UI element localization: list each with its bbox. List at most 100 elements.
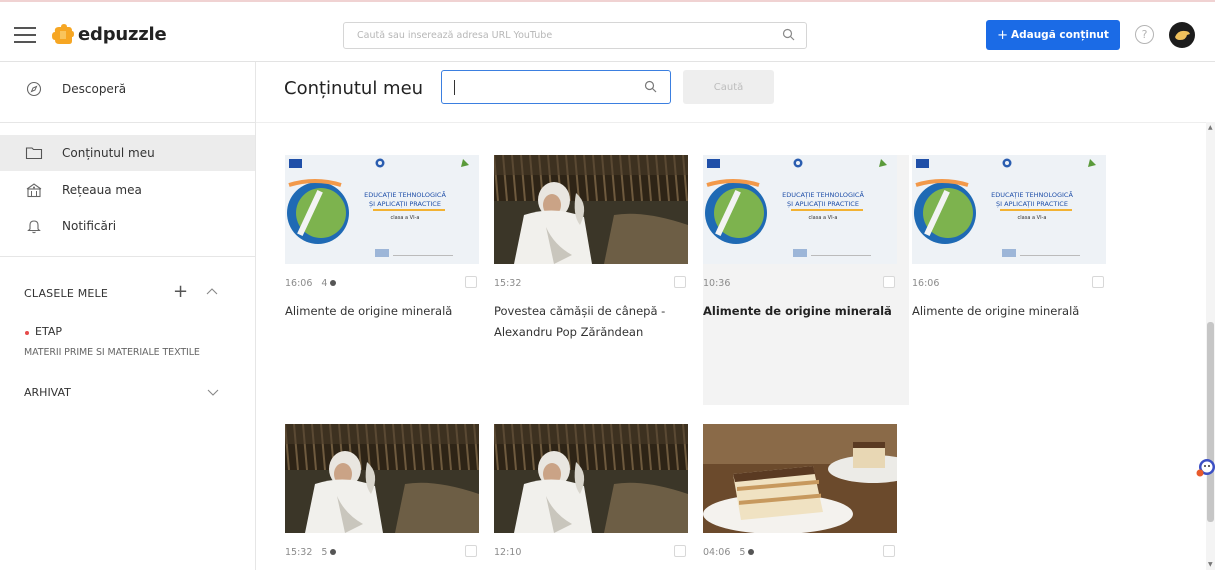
video-meta: 10:36 [703,275,897,291]
search-button[interactable]: Caută [683,70,774,104]
top-bar: edpuzzle + Adaugă conținut ? [0,0,1215,62]
compass-icon [25,80,43,98]
select-checkbox[interactable] [465,545,477,557]
video-duration: 16:06 [912,277,940,289]
avatar[interactable] [1169,22,1195,48]
video-duration: 15:32 [285,546,313,558]
sidebar-item-my-content[interactable]: Conținutul meu [0,135,255,171]
classes-section-title: CLASELE MELE [24,287,109,300]
video-card[interactable]: EDUCAȚIE TEHNOLOGICĂ ȘI APLICAȚII PRACTI… [912,155,1118,405]
question-dot-icon [330,280,337,286]
video-thumbnail[interactable] [703,424,897,533]
video-thumbnail[interactable] [285,424,479,533]
video-thumbnail[interactable]: EDUCAȚIE TEHNOLOGICĂ ȘI APLICAȚII PRACTI… [285,155,479,264]
question-count: 4 [321,277,337,289]
scroll-up-arrow-icon[interactable]: ▲ [1208,124,1213,131]
video-title[interactable]: Alimente de origine minerală [912,301,1112,322]
video-card[interactable]: 04:06 5 [703,424,909,570]
video-card[interactable]: EDUCAȚIE TEHNOLOGICĂ ȘI APLICAȚII PRACTI… [285,155,491,405]
sidebar-item-label: Descoperă [62,82,127,96]
sidebar-item-my-network[interactable]: Rețeaua mea [0,172,255,208]
video-duration: 12:10 [494,546,522,558]
content-search-box [441,70,671,104]
select-checkbox[interactable] [1092,276,1104,288]
question-count: 5 [739,547,755,558]
video-thumbnail[interactable] [494,424,688,533]
divider [0,256,255,257]
video-thumbnail[interactable]: EDUCAȚIE TEHNOLOGICĂ ȘI APLICAȚII PRACTI… [912,155,1106,264]
school-building-icon [25,181,43,199]
video-thumbnail[interactable]: EDUCAȚIE TEHNOLOGICĂ ȘI APLICAȚII PRACTI… [703,155,897,264]
help-icon[interactable]: ? [1135,25,1154,44]
video-card[interactable]: EDUCAȚIE TEHNOLOGICĂ ȘI APLICAȚII PRACTI… [703,155,909,405]
select-checkbox[interactable] [883,545,895,557]
svg-text:ȘI APLICAȚII PRACTICE: ȘI APLICAȚII PRACTICE [787,200,859,209]
select-checkbox[interactable] [674,276,686,288]
select-checkbox[interactable] [465,276,477,288]
sidebar-item-label: Notificări [62,219,117,233]
menu-icon[interactable] [14,27,36,43]
content-search-input[interactable] [442,71,642,103]
question-count: 5 [321,547,337,558]
poster-thumbnail: EDUCAȚIE TEHNOLOGICĂ ȘI APLICAȚII PRACTI… [285,155,479,264]
svg-text:ȘI APLICAȚII PRACTICE: ȘI APLICAȚII PRACTICE [996,200,1068,209]
top-search-bar [343,22,807,49]
video-meta: 16:06 4 [285,275,479,291]
sidebar-item-discover[interactable]: Descoperă [0,71,255,107]
svg-text:clasa a VI-a: clasa a VI-a [809,215,838,221]
video-thumbnail[interactable] [494,155,688,264]
poster-thumbnail: EDUCAȚIE TEHNOLOGICĂ ȘI APLICAȚII PRACTI… [703,155,897,264]
video-meta: 15:32 5 [285,544,479,560]
class-bullet [25,331,29,335]
svg-text:ȘI APLICAȚII PRACTICE: ȘI APLICAȚII PRACTICE [369,200,441,209]
class-subtitle[interactable]: MATERII PRIME SI MATERIALE TEXTILE [24,347,200,358]
photo-thumbnail [285,424,479,533]
logo-text[interactable]: edpuzzle [78,24,167,45]
video-title[interactable]: Povestea cămășii de cânepă - Alexandru P… [494,301,694,343]
video-meta: 04:06 5 [703,544,897,560]
search-icon[interactable] [644,80,658,94]
video-duration: 10:36 [703,277,731,289]
video-card[interactable]: 12:10 [494,424,700,570]
scrollbar[interactable]: ▲ ▼ [1206,122,1215,570]
question-count-value: 4 [321,277,328,289]
scrollbar-thumb[interactable] [1207,322,1214,522]
folder-icon [25,144,43,162]
video-card[interactable]: 15:32 5 [285,424,491,570]
video-meta: 12:10 [494,544,688,560]
video-title[interactable]: Alimente de origine minerală [285,301,485,322]
select-checkbox[interactable] [674,545,686,557]
sidebar-item-label: Conținutul meu [62,146,155,160]
chevron-up-icon[interactable] [205,286,219,296]
svg-text:clasa a VI-a: clasa a VI-a [1018,215,1047,221]
support-widget-icon[interactable] [1196,456,1215,480]
chevron-down-icon[interactable] [206,388,220,398]
top-search-input[interactable] [344,23,774,48]
sidebar-item-notifications[interactable]: Notificări [0,208,255,244]
search-icon[interactable] [782,28,796,42]
edpuzzle-logo-icon[interactable] [52,24,74,46]
add-class-plus-icon[interactable]: + [173,281,188,302]
video-card[interactable]: 15:32 Povestea cămășii de cânepă - Alexa… [494,155,700,405]
text-cursor [454,80,455,95]
video-meta: 15:32 [494,275,688,291]
video-duration: 15:32 [494,277,522,289]
question-dot-icon [748,549,755,555]
sidebar-item-label: Rețeaua mea [62,183,142,197]
question-dot-icon [330,549,337,555]
add-content-label: Adaugă conținut [1010,29,1109,41]
select-checkbox[interactable] [883,276,895,288]
class-name[interactable]: ETAP [35,325,62,338]
photo-thumbnail [703,424,897,533]
sidebar: Descoperă Conținutul meu Rețeaua mea Not… [0,62,256,570]
scroll-down-arrow-icon[interactable]: ▼ [1208,561,1213,568]
add-content-button[interactable]: + Adaugă conținut [986,20,1120,50]
avatar-bird-icon [1175,30,1190,40]
archived-section-title[interactable]: ARHIVAT [24,386,71,399]
divider [0,122,255,123]
page-title: Conținutul meu [284,78,424,99]
photo-thumbnail [494,424,688,533]
svg-text:EDUCAȚIE TEHNOLOGICĂ: EDUCAȚIE TEHNOLOGICĂ [991,190,1073,200]
video-title[interactable]: Alimente de origine minerală [703,301,903,322]
plus-icon: + [997,27,1008,43]
